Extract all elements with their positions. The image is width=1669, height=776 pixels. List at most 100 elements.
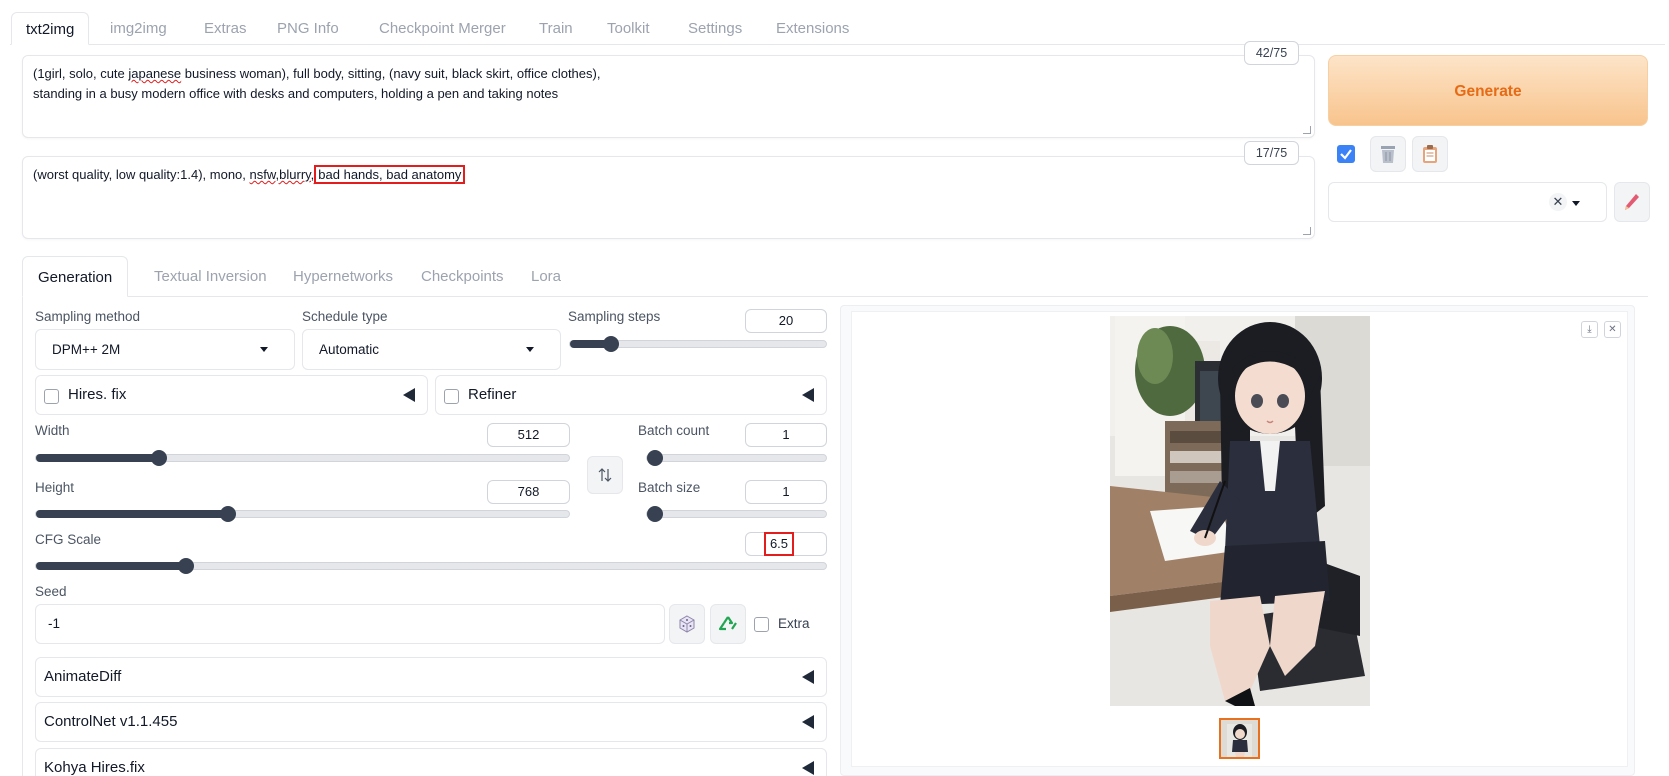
- slider-thumb[interactable]: [602, 336, 619, 352]
- tab-checkpoints[interactable]: Checkpoints: [406, 256, 519, 297]
- collapse-triangle-icon[interactable]: [802, 715, 814, 729]
- highlight-box: bad hands, bad anatomy: [314, 165, 466, 184]
- sampling-method-value: DPM++ 2M: [52, 342, 121, 357]
- apply-styles-button[interactable]: [1328, 136, 1364, 172]
- width-label: Width: [35, 423, 70, 438]
- tab-generation[interactable]: Generation: [22, 256, 129, 297]
- resize-handle-icon[interactable]: [1303, 126, 1311, 134]
- animatediff-label: AnimateDiff: [44, 668, 122, 685]
- height-input[interactable]: 768: [487, 480, 570, 504]
- hires-fix-label: Hires. fix: [68, 386, 127, 403]
- batch-count-input[interactable]: 1: [745, 423, 827, 447]
- sampling-steps-slider[interactable]: [569, 336, 827, 352]
- width-input[interactable]: 512: [487, 423, 570, 447]
- batch-count-slider[interactable]: [646, 450, 827, 466]
- collapse-triangle-icon[interactable]: [802, 670, 814, 684]
- cfg-scale-input[interactable]: 6.5: [745, 532, 827, 556]
- sampling-method-label: Sampling method: [35, 309, 141, 324]
- dice-icon: [679, 615, 695, 633]
- clear-prompt-button[interactable]: [1370, 136, 1406, 172]
- tab-hypernetworks[interactable]: Hypernetworks: [278, 256, 408, 297]
- refiner-accordion[interactable]: Refiner: [435, 375, 827, 415]
- top-tab-bar: txt2img img2img Extras PNG Info Checkpoi…: [10, 12, 1665, 45]
- paste-button[interactable]: [1412, 136, 1448, 172]
- tab-settings[interactable]: Settings: [674, 12, 756, 45]
- swap-arrows-icon: [598, 468, 612, 482]
- extra-seed-checkbox[interactable]: [754, 617, 769, 632]
- refiner-checkbox[interactable]: [444, 389, 459, 404]
- collapse-triangle-icon[interactable]: [802, 761, 814, 775]
- controlnet-accordion[interactable]: ControlNet v1.1.455: [35, 702, 827, 742]
- animatediff-accordion[interactable]: AnimateDiff: [35, 657, 827, 697]
- seed-input[interactable]: -1: [35, 604, 665, 644]
- reuse-seed-button[interactable]: [710, 604, 746, 644]
- swap-dimensions-button[interactable]: [587, 456, 623, 494]
- prompt-token-counter: 42/75: [1244, 41, 1299, 65]
- cfg-scale-slider[interactable]: [35, 558, 827, 574]
- generated-image[interactable]: [1110, 316, 1370, 706]
- batch-size-input[interactable]: 1: [745, 480, 827, 504]
- tab-extensions[interactable]: Extensions: [762, 12, 863, 45]
- kohya-hires-fix-accordion[interactable]: Kohya Hires.fix: [35, 748, 827, 776]
- extra-seed-label: Extra: [778, 616, 810, 631]
- slider-thumb[interactable]: [150, 450, 167, 466]
- width-slider[interactable]: [35, 450, 570, 466]
- batch-size-label: Batch size: [638, 480, 701, 495]
- generation-tab-bar: Generation Textual Inversion Hypernetwor…: [22, 256, 1648, 297]
- sampling-method-dropdown[interactable]: DPM++ 2M: [35, 329, 295, 370]
- resize-handle-icon[interactable]: [1303, 227, 1311, 235]
- negative-prompt-textarea[interactable]: (worst quality, low quality:1.4), mono, …: [22, 156, 1315, 239]
- recycle-icon: [718, 616, 737, 631]
- collapse-triangle-icon[interactable]: [802, 388, 814, 402]
- controlnet-label: ControlNet v1.1.455: [44, 713, 178, 730]
- tab-txt2img[interactable]: txt2img: [11, 12, 90, 45]
- prompt-textarea[interactable]: (1girl, solo, cute japanese business wom…: [22, 55, 1315, 138]
- height-slider[interactable]: [35, 506, 570, 522]
- kohya-hires-fix-label: Kohya Hires.fix: [44, 759, 145, 776]
- cfg-scale-label: CFG Scale: [35, 532, 102, 547]
- trash-icon: [1381, 146, 1395, 163]
- refiner-label: Refiner: [468, 386, 517, 403]
- batch-size-slider[interactable]: [646, 506, 827, 522]
- schedule-type-value: Automatic: [319, 342, 380, 357]
- hires-fix-accordion[interactable]: Hires. fix: [35, 375, 428, 415]
- sampling-steps-input[interactable]: 20: [745, 309, 827, 333]
- tab-extras[interactable]: Extras: [190, 12, 261, 45]
- tab-lora[interactable]: Lora: [516, 256, 576, 297]
- generate-button[interactable]: Generate: [1328, 55, 1648, 126]
- tab-textual-inversion[interactable]: Textual Inversion: [139, 256, 282, 297]
- slider-thumb[interactable]: [219, 506, 236, 522]
- slider-thumb[interactable]: [178, 558, 195, 574]
- pencil-icon: [1625, 194, 1639, 210]
- clipboard-icon: [1423, 145, 1437, 163]
- hires-fix-checkbox[interactable]: [44, 389, 59, 404]
- chevron-down-icon: [260, 347, 268, 352]
- tab-train[interactable]: Train: [525, 12, 587, 45]
- prompt-line-2: standing in a busy modern office with de…: [33, 86, 559, 101]
- tab-img2img[interactable]: img2img: [96, 12, 181, 45]
- schedule-type-dropdown[interactable]: Automatic: [302, 329, 561, 370]
- gallery-thumbnail[interactable]: [1219, 718, 1260, 759]
- chevron-down-icon: [526, 347, 534, 352]
- clear-icon[interactable]: ✕: [1549, 193, 1567, 211]
- close-icon[interactable]: ✕: [1604, 321, 1621, 338]
- checkbox-checked-icon: [1337, 145, 1355, 163]
- sampling-steps-label: Sampling steps: [568, 309, 661, 324]
- random-seed-button[interactable]: [669, 604, 705, 644]
- batch-count-label: Batch count: [638, 423, 710, 438]
- slider-thumb[interactable]: [647, 450, 663, 466]
- slider-thumb[interactable]: [647, 506, 663, 522]
- tab-checkpoint-merger[interactable]: Checkpoint Merger: [365, 12, 520, 45]
- styles-dropdown[interactable]: ✕: [1328, 182, 1607, 222]
- tab-png-info[interactable]: PNG Info: [263, 12, 353, 45]
- edit-styles-button[interactable]: [1614, 182, 1650, 222]
- seed-label: Seed: [35, 584, 67, 599]
- cfg-scale-value: 6.5: [764, 532, 794, 556]
- negative-prompt-token-counter: 17/75: [1244, 141, 1299, 165]
- height-label: Height: [35, 480, 75, 495]
- download-icon[interactable]: ⤓: [1581, 321, 1598, 338]
- collapse-triangle-icon[interactable]: [403, 388, 415, 402]
- tab-toolkit[interactable]: Toolkit: [593, 12, 664, 45]
- schedule-type-label: Schedule type: [302, 309, 388, 324]
- chevron-down-icon[interactable]: [1572, 201, 1580, 206]
